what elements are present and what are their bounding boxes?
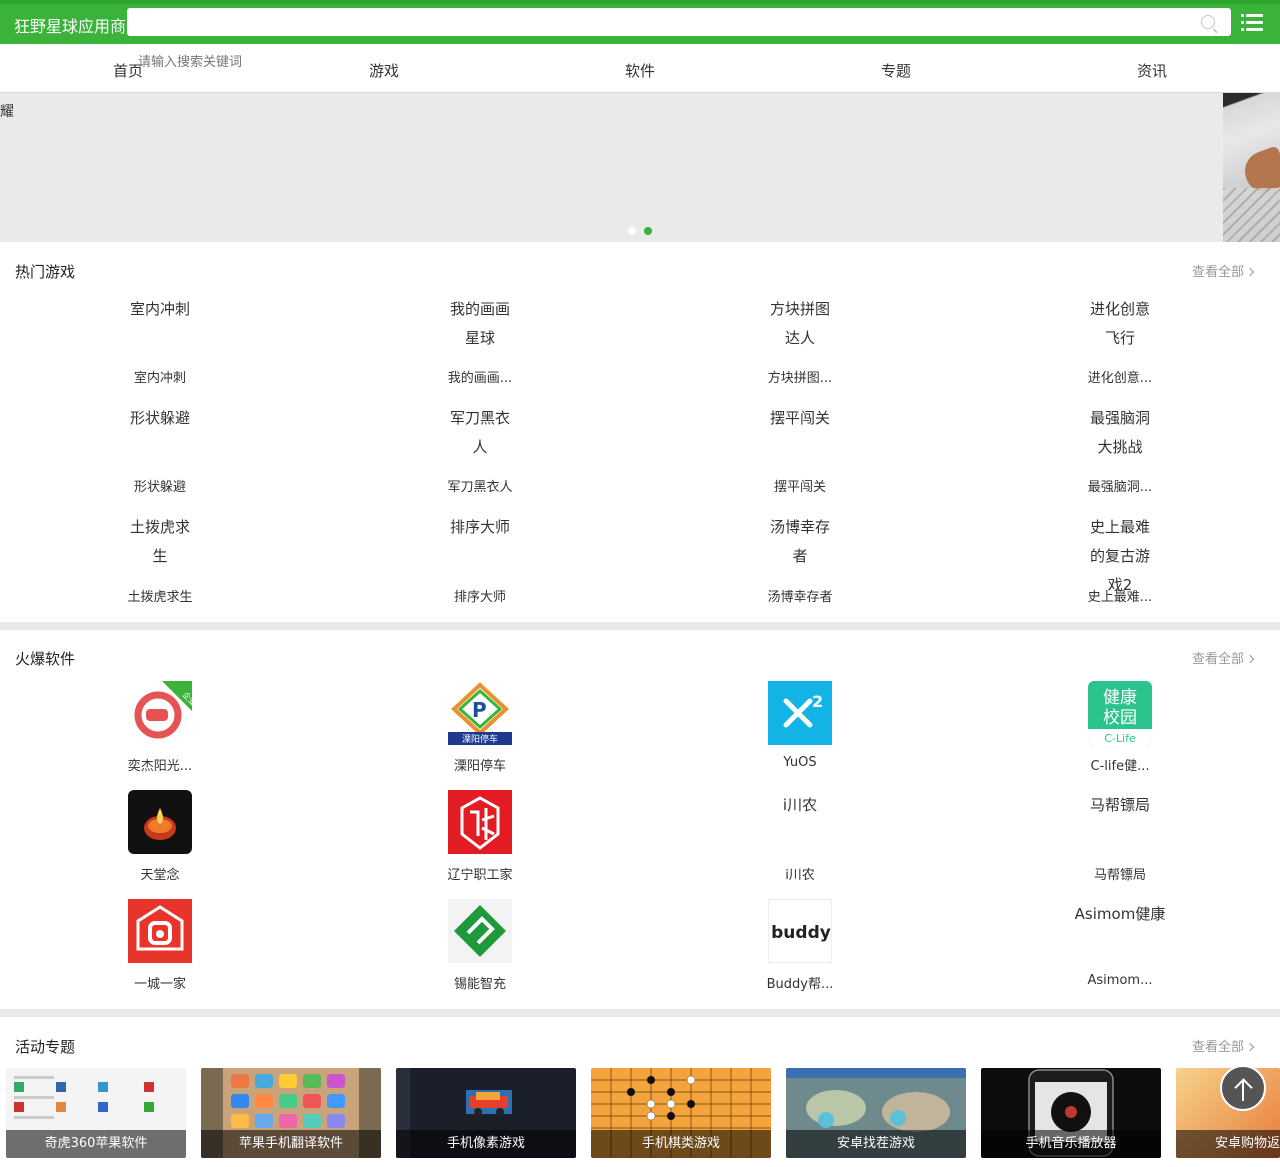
- svg-text:校园: 校园: [1103, 708, 1137, 728]
- app-name[interactable]: Buddy帮...: [640, 973, 960, 992]
- topic-caption: 安卓购物返: [1176, 1130, 1280, 1158]
- nav-games[interactable]: 游戏: [344, 60, 424, 81]
- header-top-line: [0, 0, 1280, 4]
- topic-caption: 手机像素游戏: [396, 1130, 576, 1158]
- yichengyijia-icon[interactable]: [128, 899, 192, 963]
- game-name[interactable]: 形状躲避: [0, 476, 320, 495]
- banner-next-slide[interactable]: [1223, 93, 1280, 242]
- search-input[interactable]: [127, 8, 1231, 36]
- nav-software[interactable]: 软件: [600, 60, 680, 81]
- game-name[interactable]: 史上最难...: [960, 586, 1280, 605]
- app-name[interactable]: 溧阳停车: [320, 755, 640, 774]
- game-name[interactable]: 室内冲刺: [0, 367, 320, 386]
- nav-news[interactable]: 资讯: [1112, 60, 1192, 81]
- game-icon-alt[interactable]: 形状躲避: [128, 404, 192, 433]
- topic-caption: 苹果手机翻译软件: [201, 1130, 381, 1158]
- yuos-icon[interactable]: 2: [768, 681, 832, 745]
- game-name[interactable]: 军刀黑衣人: [320, 476, 640, 495]
- game-name[interactable]: 土拨虎求生: [0, 586, 320, 605]
- topic-card[interactable]: 手机音乐播放器: [981, 1068, 1161, 1158]
- game-name[interactable]: 摆平闯关: [640, 476, 960, 495]
- chevron-right-icon: [1245, 267, 1255, 277]
- carousel-dot-2[interactable]: [644, 227, 652, 235]
- chevron-right-icon: [1245, 1042, 1255, 1052]
- app-name[interactable]: 锡能智充: [320, 973, 640, 992]
- topics-view-all[interactable]: 查看全部: [1192, 1036, 1255, 1055]
- game-name[interactable]: 进化创意...: [960, 367, 1280, 386]
- game-icon-alt[interactable]: 我的画画星球: [448, 295, 512, 353]
- topic-card[interactable]: 安卓找茬游戏: [786, 1068, 966, 1158]
- game-name[interactable]: 最强脑洞...: [960, 476, 1280, 495]
- game-icon-alt[interactable]: 室内冲刺: [128, 295, 192, 324]
- hot-software-title: 火爆软件: [15, 650, 76, 668]
- game-icon-alt[interactable]: 汤博幸存者: [768, 513, 832, 571]
- menu-list-icon[interactable]: [1241, 12, 1263, 32]
- hot-software-view-all[interactable]: 查看全部: [1192, 648, 1255, 667]
- app-name[interactable]: 奕杰阳光...: [0, 755, 320, 774]
- carousel-dot-1[interactable]: [628, 227, 636, 235]
- app-name[interactable]: YuOS: [640, 755, 960, 770]
- svg-text:C-Life: C-Life: [1104, 732, 1136, 745]
- topic-card[interactable]: 手机棋类游戏: [591, 1068, 771, 1158]
- buddy-icon[interactable]: buddy: [768, 899, 832, 963]
- game-icon-alt[interactable]: 方块拼图达人: [768, 295, 832, 353]
- header-bar: 狂野星球应用商: [0, 0, 1280, 44]
- topic-caption: 奇虎360苹果软件: [6, 1130, 186, 1158]
- game-icon-alt[interactable]: 摆平闯关: [768, 404, 832, 433]
- banner-glyph: 耀: [0, 104, 14, 120]
- hot-games-title: 热门游戏: [15, 263, 76, 281]
- game-icon-alt[interactable]: 排序大师: [448, 513, 512, 542]
- topic-card[interactable]: 奇虎360苹果软件: [6, 1068, 186, 1158]
- hot-games-view-all[interactable]: 查看全部: [1192, 261, 1255, 280]
- section-divider: [0, 622, 1280, 630]
- chevron-right-icon: [1245, 654, 1255, 664]
- svg-text:buddy: buddy: [771, 923, 831, 943]
- search-icon[interactable]: [1201, 15, 1215, 29]
- topic-card[interactable]: 苹果手机翻译软件: [201, 1068, 381, 1158]
- game-icon-alt[interactable]: 进化创意飞行: [1088, 295, 1152, 353]
- topic-card[interactable]: 手机像素游戏: [396, 1068, 576, 1158]
- nav-topics[interactable]: 专题: [856, 60, 936, 81]
- site-name[interactable]: 狂野星球应用商: [14, 13, 126, 37]
- clife-icon[interactable]: 健康 校园 C-Life: [1088, 681, 1152, 745]
- game-name[interactable]: 汤博幸存者: [640, 586, 960, 605]
- search-placeholder: 请输入搜索关键词: [138, 55, 243, 70]
- svg-text:健康: 健康: [1103, 688, 1137, 708]
- yijie-icon[interactable]: 企业版: [128, 681, 192, 745]
- game-icon-alt[interactable]: 军刀黑衣人: [448, 404, 512, 462]
- xineng-icon[interactable]: [448, 899, 512, 963]
- app-name[interactable]: C-life健...: [960, 755, 1280, 774]
- app-icon-alt[interactable]: Asimom健康: [1072, 900, 1168, 929]
- banner-carousel[interactable]: 耀: [0, 93, 1280, 242]
- game-icon-alt[interactable]: 土拨虎求生: [128, 513, 192, 571]
- app-name[interactable]: 一城一家: [0, 973, 320, 992]
- candle-icon[interactable]: [128, 790, 192, 854]
- game-name[interactable]: 方块拼图...: [640, 367, 960, 386]
- app-icon-alt[interactable]: 马帮镖局: [1088, 791, 1152, 820]
- liaoning-icon[interactable]: [448, 790, 512, 854]
- topic-caption: 安卓找茬游戏: [786, 1130, 966, 1158]
- app-name[interactable]: 马帮镖局: [960, 864, 1280, 883]
- app-name[interactable]: 辽宁职工家: [320, 864, 640, 883]
- app-name[interactable]: Asimom...: [960, 973, 1280, 988]
- svg-text:溧阳停车: 溧阳停车: [462, 733, 498, 745]
- svg-text:P: P: [472, 698, 487, 722]
- section-divider: [0, 1009, 1280, 1017]
- back-to-top-button[interactable]: [1220, 1065, 1266, 1111]
- app-icon-alt[interactable]: i川农: [768, 791, 832, 820]
- topic-caption: 手机棋类游戏: [591, 1130, 771, 1158]
- svg-text:2: 2: [812, 692, 823, 711]
- liyang-parking-icon[interactable]: P 溧阳停车: [448, 681, 512, 745]
- game-name[interactable]: 我的画画...: [320, 367, 640, 386]
- app-name[interactable]: i川农: [640, 864, 960, 883]
- game-name[interactable]: 排序大师: [320, 586, 640, 605]
- topics-title: 活动专题: [15, 1038, 76, 1056]
- app-name[interactable]: 天堂念: [0, 864, 320, 883]
- game-icon-alt[interactable]: 最强脑洞大挑战: [1088, 404, 1152, 462]
- topic-caption: 手机音乐播放器: [981, 1130, 1161, 1158]
